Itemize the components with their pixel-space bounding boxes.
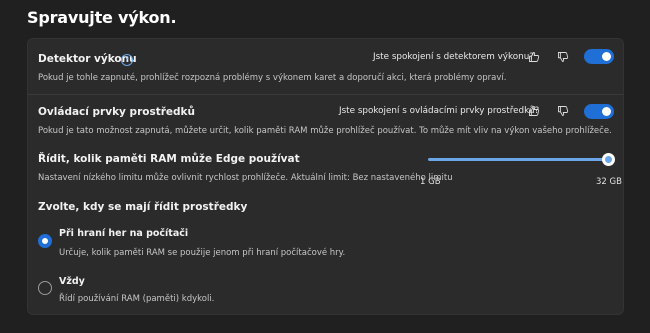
ram-limit-max-label: 32 GB (596, 177, 622, 187)
radio-gaming-description: Určuje, kolik paměti RAM se použije jeno… (59, 248, 346, 258)
thumbs-up-icon[interactable] (527, 50, 541, 64)
radio-gaming[interactable] (38, 234, 52, 248)
performance-detector-feedback-question: Jste spokojení s detektorem výkonu? (373, 52, 534, 62)
performance-detector-toggle[interactable] (584, 49, 614, 64)
resource-controls-title: Ovládací prvky prostředků (38, 106, 196, 118)
performance-settings-panel: Detektor výkonu ? Jste spokojení s detek… (27, 38, 624, 315)
ram-limit-slider-thumb[interactable] (601, 153, 615, 166)
thumbs-down-icon[interactable] (556, 50, 570, 64)
toggle-knob (602, 107, 611, 116)
ram-limit-slider-track[interactable] (428, 158, 608, 161)
resource-controls-feedback-question: Jste spokojení s ovládacími prvky prostř… (339, 106, 540, 116)
resource-controls-toggle[interactable] (584, 104, 614, 119)
ram-limit-min-label: 1 GB (420, 177, 441, 187)
performance-detector-description: Pokud je tohle zapnuté, prohlížeč rozpoz… (38, 73, 507, 83)
radio-always[interactable] (38, 281, 52, 295)
divider (28, 94, 623, 95)
radio-gaming-label[interactable]: Při hraní her na počítači (59, 228, 188, 239)
radio-always-description: Řídí používání RAM (paměti) kdykoli. (59, 294, 215, 304)
radio-always-label[interactable]: Vždy (59, 276, 85, 287)
when-to-control-title: Zvolte, kdy se mají řídit prostředky (38, 201, 248, 213)
ram-limit-title: Řídit, kolik paměti RAM může Edge použív… (38, 153, 300, 165)
toggle-knob (602, 52, 611, 61)
question-circle-icon[interactable]: ? (121, 54, 133, 66)
ram-limit-description: Nastavení nízkého limitu může ovlivnit r… (38, 173, 453, 183)
thumbs-down-icon[interactable] (556, 104, 570, 118)
thumbs-up-icon[interactable] (527, 104, 541, 118)
resource-controls-description: Pokud je tato možnost zapnutá, můžete ur… (38, 126, 612, 136)
page-title: Spravujte výkon. (27, 8, 177, 27)
